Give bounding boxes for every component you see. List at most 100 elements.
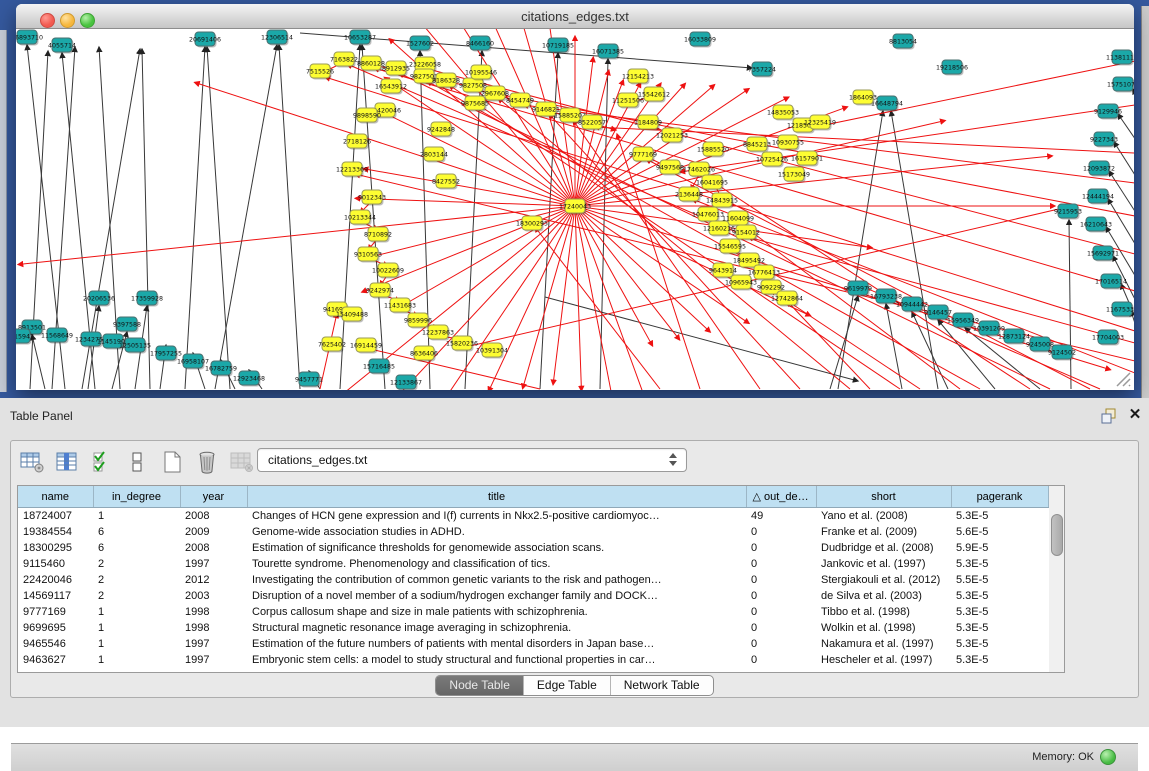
table-cell[interactable]: Hescheler et al. (1997) — [816, 652, 951, 668]
graph-node[interactable]: 9154012 — [732, 225, 760, 241]
table-row[interactable]: 969969511998Structural magnetic resonanc… — [18, 620, 1048, 636]
table-cell[interactable]: 2008 — [180, 540, 247, 556]
table-cell[interactable]: 49 — [746, 508, 816, 525]
table-cell[interactable]: 0 — [746, 572, 816, 588]
table-cell[interactable]: 18724007 — [18, 508, 93, 525]
graph-edge[interactable] — [207, 47, 230, 389]
graph-node[interactable]: 17359928 — [131, 291, 163, 307]
graph-node[interactable]: 8454749 — [506, 93, 534, 109]
graph-node[interactable]: 9397588 — [113, 317, 141, 333]
table-cell[interactable]: 9777169 — [18, 604, 93, 620]
table-cell[interactable]: 1998 — [180, 620, 247, 636]
table-cell[interactable]: Nakamura et al. (1997) — [816, 636, 951, 652]
tab-node-table[interactable]: Node Table — [436, 676, 523, 695]
graph-edge[interactable] — [748, 237, 1134, 343]
table-row[interactable]: 911546021997Tourette syndrome. Phenomeno… — [18, 556, 1048, 572]
graph-node[interactable]: 16033809 — [684, 32, 716, 48]
graph-node[interactable]: 9898590 — [353, 108, 381, 124]
table-row[interactable]: 946362711997Embryonic stem cells: a mode… — [18, 652, 1048, 668]
table-settings-icon[interactable] — [19, 450, 45, 474]
graph-node[interactable]: 9310563 — [354, 247, 382, 263]
graph-node[interactable]: 7357224 — [748, 62, 776, 78]
graph-node[interactable]: 12444194 — [1082, 189, 1114, 205]
graph-node[interactable]: 12306514 — [261, 30, 293, 46]
table-cell[interactable]: Yano et al. (2008) — [816, 508, 951, 525]
graph-node[interactable]: 16210643 — [1080, 217, 1112, 233]
table-cell[interactable]: 5.6E-5 — [951, 524, 1048, 540]
table-cell[interactable]: 5.3E-5 — [951, 652, 1048, 668]
row-height-icon[interactable] — [124, 450, 150, 474]
table-cell[interactable]: Changes of HCN gene expression and I(f) … — [247, 508, 746, 525]
graph-node[interactable]: 8522057 — [578, 115, 606, 131]
table-cell[interactable]: 0 — [746, 556, 816, 572]
graph-node[interactable]: 16893710 — [16, 30, 43, 46]
graph-node[interactable]: 10725426 — [756, 152, 788, 168]
graph-node[interactable]: 15546595 — [714, 239, 746, 255]
graph-node[interactable]: 12923468 — [233, 371, 265, 387]
graph-node[interactable]: 9227343 — [1090, 132, 1118, 148]
graph-edge[interactable] — [545, 297, 858, 381]
graph-node[interactable]: 12133867 — [390, 375, 422, 390]
table-cell[interactable]: 2008 — [180, 508, 247, 525]
graph-node[interactable]: 12154213 — [622, 69, 654, 85]
table-cell[interactable]: 2012 — [180, 572, 247, 588]
column-header[interactable]: name — [18, 486, 93, 508]
table-cell[interactable]: Dudbridge et al. (2008) — [816, 540, 951, 556]
table-cell[interactable]: Structural magnetic resonance image aver… — [247, 620, 746, 636]
graph-node[interactable]: 16914459 — [350, 338, 382, 354]
graph-node[interactable]: 8813054 — [889, 34, 917, 50]
graph-node[interactable]: 15885520 — [697, 142, 729, 158]
graph-node[interactable]: 9777169 — [629, 147, 657, 163]
table-select-dropdown[interactable]: citations_edges.txt — [257, 448, 687, 472]
column-header[interactable]: △ out_de… — [746, 486, 816, 508]
graph-node[interactable]: 9875685 — [461, 96, 489, 112]
graph-node[interactable]: 7625402 — [318, 337, 346, 353]
table-row[interactable]: 1456911722003Disruption of a novel membe… — [18, 588, 1048, 604]
trash-icon[interactable] — [194, 450, 220, 474]
table-cell[interactable]: 9465546 — [18, 636, 93, 652]
table-row[interactable]: 1830029562008Estimation of significance … — [18, 540, 1048, 556]
table-row[interactable]: 2242004622012Investigating the contribut… — [18, 572, 1048, 588]
graph-edge[interactable] — [18, 206, 575, 265]
table-cell[interactable]: 0 — [746, 524, 816, 540]
network-canvas[interactable]: 1689371040557142069140612306514106532871… — [16, 29, 1134, 390]
column-header[interactable]: title — [247, 486, 746, 508]
column-header[interactable]: short — [816, 486, 951, 508]
graph-node[interactable]: 15820236 — [446, 336, 478, 352]
graph-node[interactable]: 16782759 — [205, 361, 237, 377]
window-resize-grip[interactable] — [1114, 370, 1132, 388]
graph-node[interactable]: 9859996 — [404, 313, 432, 329]
graph-node[interactable]: 15173049 — [778, 167, 810, 183]
graph-node[interactable]: 2718126 — [343, 134, 371, 150]
window-title-bar[interactable]: citations_edges.txt — [16, 4, 1134, 29]
table-cell[interactable]: Investigating the contribution of common… — [247, 572, 746, 588]
graph-node[interactable]: 9129946 — [1094, 104, 1122, 120]
table-cell[interactable]: 2009 — [180, 524, 247, 540]
graph-node[interactable]: 9457771 — [295, 372, 323, 388]
table-cell[interactable]: 1997 — [180, 556, 247, 572]
table-cell[interactable]: 1 — [93, 508, 180, 525]
memory-status-indicator[interactable] — [1100, 749, 1116, 765]
table-cell[interactable]: 9463627 — [18, 652, 93, 668]
table-cell[interactable]: 2003 — [180, 588, 247, 604]
graph-node[interactable]: 11675338 — [1106, 302, 1134, 318]
table-cell[interactable]: 5.3E-5 — [951, 508, 1048, 525]
graph-node[interactable]: 17016514 — [1095, 274, 1127, 290]
graph-node[interactable]: 16543912 — [375, 79, 407, 95]
graph-node[interactable]: 4055714 — [48, 38, 76, 54]
graph-node[interactable]: 10213344 — [344, 210, 376, 226]
table-cell[interactable]: 1997 — [180, 636, 247, 652]
table-cell[interactable]: 2 — [93, 588, 180, 604]
graph-node[interactable]: 15751074 — [1107, 77, 1134, 93]
graph-node[interactable]: 12213369 — [336, 162, 368, 178]
table-cell[interactable]: Tourette syndrome. Phenomenology and cla… — [247, 556, 746, 572]
graph-node[interactable]: 8860128 — [357, 56, 385, 72]
graph-node[interactable]: 19218506 — [936, 60, 968, 76]
table-cell[interactable]: 5.3E-5 — [951, 604, 1048, 620]
table-cell[interactable]: Franke et al. (2009) — [816, 524, 951, 540]
table-cell[interactable]: 18300295 — [18, 540, 93, 556]
table-cell[interactable]: 1 — [93, 620, 180, 636]
new-table-icon[interactable] — [159, 450, 185, 474]
table-cell[interactable]: 14569117 — [18, 588, 93, 604]
table-row[interactable]: 1938455462009Genome-wide association stu… — [18, 524, 1048, 540]
